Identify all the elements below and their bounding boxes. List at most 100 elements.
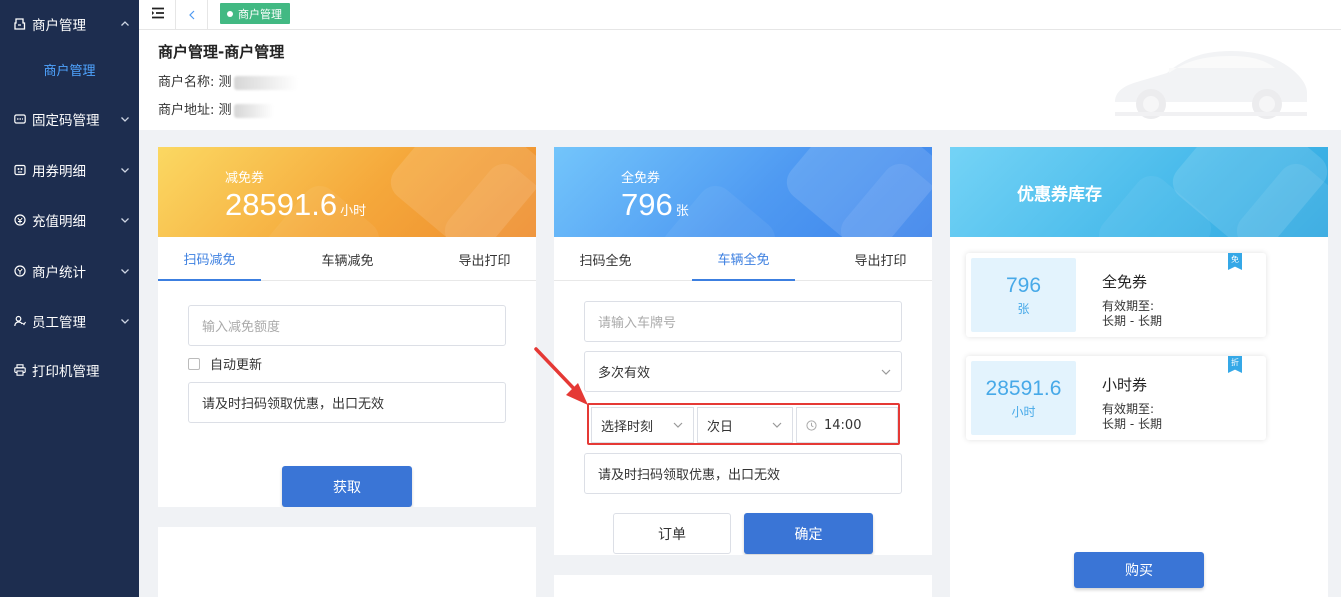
top-bar: 商户管理 [139, 0, 1341, 30]
free-coupon-value-row: 796 张 [621, 187, 689, 223]
page-title: 商户管理-商户管理 [158, 43, 285, 61]
sidebar-item-label: 充值明细 [32, 214, 86, 230]
car-illustration [1115, 51, 1307, 119]
merchant-name-row: 商户名称: 测 [158, 71, 298, 90]
stock-unit: 小时 [1011, 404, 1036, 419]
coupon-stock-card: 优惠券库存 796 张 全免券 有效期至: 长期 - 长期 免 28591.6 … [950, 147, 1328, 597]
tab-vehicle-free[interactable]: 车辆全免 [692, 237, 795, 281]
sidebar-item-label: 打印机管理 [32, 364, 100, 380]
day-select[interactable]: 次日 [697, 407, 793, 443]
recharge-icon [14, 214, 26, 226]
stats-icon [14, 265, 26, 277]
free-coupon-card: 全免券 796 张 扫码全免 车辆全免 导出打印 请输入车牌号 多次有效 选择时刻… [554, 147, 932, 597]
chevron-down-icon [121, 117, 129, 122]
sidebar-item-label: 商户管理 [32, 18, 86, 34]
time-picker-value: 14:00 [824, 417, 862, 433]
free-coupon-unit: 张 [675, 203, 689, 218]
free-coupon-label: 全免券 [621, 171, 661, 186]
stock-count: 28591.6 [985, 376, 1062, 400]
sidebar-item-merchant-stats[interactable]: 商户统计 [0, 256, 139, 286]
coupon-stock-title: 优惠券库存 [1017, 185, 1102, 205]
tab-export-print[interactable]: 导出打印 [433, 237, 536, 281]
sidebar: 商户管理 商户管理 固定码管理 用券明细 充值明细 商户统计 员工管理 打印机管… [0, 0, 139, 597]
stock-name: 小时券 [1102, 376, 1148, 394]
validity-range: 长期 - 长期 [1102, 314, 1162, 328]
tab-vehicle-reduce[interactable]: 车辆减免 [296, 237, 399, 281]
stock-item-free: 796 张 全免券 有效期至: 长期 - 长期 免 [966, 253, 1266, 337]
stock-name: 全免券 [1102, 273, 1148, 291]
merchant-address-row: 商户地址: 测 [158, 99, 274, 118]
sidebar-item-fixed-code[interactable]: 固定码管理 [0, 104, 139, 134]
staff-icon [14, 315, 26, 327]
reduce-coupon-label: 减免券 [225, 171, 265, 186]
store-icon [14, 18, 26, 30]
sidebar-item-label: 商户统计 [32, 265, 86, 281]
highlight-box: 选择时刻 次日 14:00 [587, 403, 900, 445]
merchant-address-label: 商户地址: 测 [158, 103, 232, 118]
auto-update-checkbox-row[interactable]: 自动更新 [188, 354, 262, 373]
get-button[interactable]: 获取 [282, 466, 412, 507]
free-coupon-value: 796 [621, 187, 673, 222]
time-picker[interactable]: 14:00 [796, 407, 898, 443]
merchant-name-label: 商户名称: 测 [158, 75, 232, 90]
tabs-back-button[interactable] [175, 0, 208, 29]
redacted-address [233, 103, 274, 118]
stock-validity: 有效期至: 长期 - 长期 [1102, 402, 1162, 432]
auto-update-label: 自动更新 [210, 358, 263, 373]
chevron-down-icon [673, 422, 683, 428]
free-notice-input[interactable]: 请及时扫码领取优惠，出口无效 [584, 453, 902, 494]
stock-count-box: 28591.6 小时 [971, 361, 1076, 435]
validity-select[interactable]: 多次有效 [584, 351, 902, 392]
confirm-button[interactable]: 确定 [744, 513, 873, 554]
tab-scan-reduce[interactable]: 扫码减免 [158, 237, 261, 281]
printer-icon [14, 364, 26, 376]
reduce-coupon-value: 28591.6 [225, 187, 338, 222]
sidebar-item-label: 员工管理 [32, 315, 86, 331]
chevron-down-icon [121, 218, 129, 223]
sidebar-item-recharge-detail[interactable]: 充值明细 [0, 205, 139, 235]
active-dot-icon [227, 10, 233, 17]
tab-scan-free[interactable]: 扫码全免 [554, 237, 657, 281]
time-select[interactable]: 选择时刻 [591, 407, 694, 443]
time-select-value: 选择时刻 [601, 419, 654, 435]
page-header: 商户管理-商户管理 商户名称: 测 商户地址: 测 [139, 30, 1341, 130]
qrcode-icon [14, 113, 26, 125]
tab-export-print[interactable]: 导出打印 [829, 237, 932, 281]
day-select-value: 次日 [707, 419, 734, 435]
sidebar-item-staff[interactable]: 员工管理 [0, 306, 139, 336]
clock-icon [806, 419, 817, 431]
reduce-tabs: 扫码减免 车辆减免 导出打印 [158, 237, 536, 281]
validity-select-value: 多次有效 [598, 366, 651, 381]
tab-merchant-manage[interactable]: 商户管理 [220, 3, 290, 24]
chevron-left-icon [188, 10, 194, 19]
free-flag-badge: 免 [1228, 253, 1242, 270]
coupon-stock-header: 优惠券库存 [950, 147, 1328, 237]
buy-button[interactable]: 购买 [1074, 552, 1204, 588]
sidebar-subitem-merchant-manage[interactable]: 商户管理 [0, 54, 139, 84]
validity-range: 长期 - 长期 [1102, 417, 1162, 431]
order-button[interactable]: 订单 [613, 513, 731, 554]
stock-count-box: 796 张 [971, 258, 1076, 332]
stock-item-hour: 28591.6 小时 小时券 有效期至: 长期 - 长期 折 [966, 356, 1266, 440]
stock-unit: 张 [1017, 301, 1030, 316]
sidebar-item-printer[interactable]: 打印机管理 [0, 355, 139, 385]
stock-validity: 有效期至: 长期 - 长期 [1102, 299, 1162, 329]
plate-number-input[interactable]: 请输入车牌号 [584, 301, 902, 342]
free-tabs: 扫码全免 车辆全免 导出打印 [554, 237, 932, 281]
chevron-up-icon [121, 21, 129, 26]
reduce-notice-input[interactable]: 请及时扫码领取优惠，出口无效 [188, 382, 506, 423]
discount-flag-badge: 折 [1228, 356, 1242, 373]
redacted-name [233, 75, 298, 90]
menu-toggle-icon[interactable] [151, 6, 165, 20]
tab-label: 商户管理 [238, 7, 282, 21]
reduce-amount-input[interactable]: 输入减免额度 [188, 305, 506, 346]
chevron-down-icon [881, 369, 891, 375]
validity-label: 有效期至: [1102, 402, 1155, 416]
sidebar-item-merchant[interactable]: 商户管理 [0, 9, 139, 39]
sidebar-item-coupon-detail[interactable]: 用券明细 [0, 155, 139, 185]
chevron-down-icon [121, 168, 129, 173]
annotation-arrow-icon [534, 347, 588, 405]
auto-update-checkbox[interactable] [188, 357, 200, 370]
reduce-coupon-card: 减免券 28591.6 小时 扫码减免 车辆减免 导出打印 输入减免额度 自动更新… [158, 147, 536, 597]
coupon-icon [14, 164, 26, 176]
